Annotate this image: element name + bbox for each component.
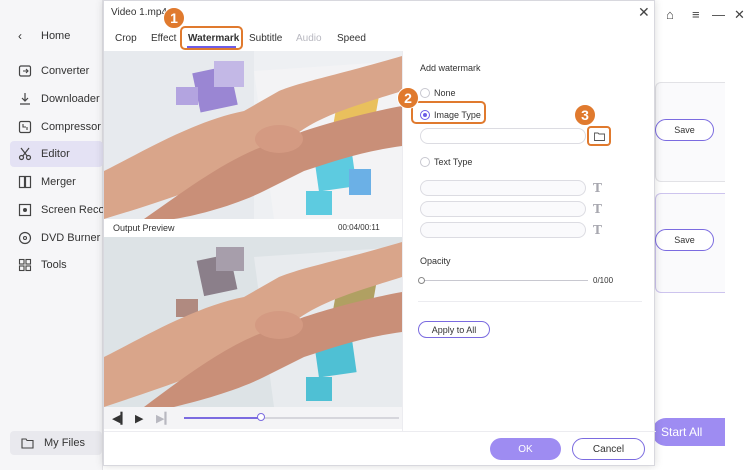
sidebar-item-downloader[interactable]: Downloader	[10, 86, 103, 112]
menu-icon[interactable]: ≡	[692, 7, 700, 22]
video-frame-image	[104, 51, 402, 219]
sidebar-item-converter[interactable]: Converter	[10, 58, 103, 84]
output-video-preview	[104, 237, 402, 407]
screen-recorder-icon	[18, 203, 32, 217]
home-label: Home	[41, 30, 71, 42]
highlight-watermark-tab	[180, 26, 243, 50]
sidebar-item-dvd-burner[interactable]: DVD Burner	[10, 225, 103, 251]
tools-icon	[18, 258, 32, 272]
opacity-value: 0/100	[593, 276, 614, 285]
tab-audio: Audio	[296, 33, 322, 44]
add-watermark-label: Add watermark	[420, 63, 481, 73]
radio-none[interactable]	[420, 88, 430, 98]
minimize-icon[interactable]: —	[712, 7, 725, 22]
highlight-image-type	[411, 101, 486, 124]
save-button[interactable]: Save	[655, 119, 714, 141]
close-window-icon[interactable]: ✕	[734, 7, 745, 23]
original-video-preview	[104, 51, 402, 219]
account-icon[interactable]: ⌂	[666, 7, 674, 22]
opacity-label: Opacity	[420, 256, 451, 266]
output-preview-label: Output Preview	[113, 223, 175, 233]
sidebar-item-merger[interactable]: Merger	[10, 169, 103, 195]
time-readout: 00:04/00:11	[338, 223, 380, 232]
video-frame-image	[104, 237, 402, 407]
chevron-left-icon: ‹	[18, 29, 22, 43]
dialog-title: Video 1.mp4	[111, 7, 167, 18]
sidebar-item-compressor[interactable]: Compressor	[10, 114, 103, 140]
playback-controls: ◀▎ ▶ ▶▎	[104, 407, 402, 429]
option-none-label: None	[434, 88, 456, 98]
divider	[418, 301, 642, 302]
text-input-field	[420, 180, 586, 196]
apply-to-all-button[interactable]: Apply to All	[418, 321, 490, 338]
downloader-icon	[20, 93, 30, 105]
previous-frame-icon[interactable]: ◀▎	[112, 412, 129, 425]
edit-dialog: Video 1.mp4 ✕ Crop Effect Watermark Subt…	[103, 0, 656, 466]
image-path-field[interactable]	[420, 128, 586, 144]
save-button[interactable]: Save	[655, 229, 714, 251]
folder-icon	[594, 132, 605, 141]
sidebar-item-label: Merger	[41, 176, 76, 188]
playback-handle[interactable]	[257, 413, 266, 421]
tab-effect[interactable]: Effect	[151, 33, 176, 44]
text-color-icon: T	[593, 202, 602, 216]
tab-crop[interactable]: Crop	[115, 33, 137, 44]
option-text-type-label: Text Type	[434, 157, 473, 167]
playback-progress	[184, 417, 262, 419]
radio-text-type[interactable]	[420, 157, 430, 167]
sidebar-item-label: Editor	[41, 148, 70, 160]
play-icon[interactable]: ▶	[135, 412, 143, 425]
sidebar-item-editor[interactable]: Editor	[10, 141, 103, 167]
sidebar-item-tools[interactable]: Tools	[10, 252, 103, 278]
compressor-icon	[18, 120, 32, 134]
dvd-icon	[18, 231, 32, 245]
opacity-slider-handle[interactable]	[418, 277, 425, 284]
tab-speed[interactable]: Speed	[337, 33, 366, 44]
step-badge-3: 3	[574, 104, 596, 126]
playback-track[interactable]	[184, 413, 399, 421]
text-font-icon: T	[593, 181, 602, 195]
next-frame-icon: ▶▎	[156, 413, 173, 425]
tab-subtitle[interactable]: Subtitle	[249, 33, 282, 44]
my-files-label: My Files	[44, 437, 85, 449]
opacity-slider[interactable]	[420, 280, 588, 281]
footer-divider	[104, 431, 656, 432]
home-nav[interactable]: ‹ Home	[0, 26, 103, 46]
scissors-icon	[18, 147, 32, 161]
my-files-button[interactable]: My Files	[10, 431, 102, 455]
text-input-field	[420, 201, 586, 217]
folder-icon	[21, 438, 34, 449]
sidebar: ‹ Home Converter Downloader Compressor E…	[0, 0, 124, 470]
sidebar-item-label: Downloader	[41, 93, 100, 105]
sidebar-item-label: DVD Burner	[41, 232, 101, 244]
sidebar-item-label: Tools	[41, 259, 67, 271]
sidebar-item-label: Converter	[41, 65, 90, 77]
step-badge-2: 2	[397, 87, 419, 109]
browse-image-button[interactable]	[587, 126, 611, 146]
merger-icon	[18, 175, 32, 189]
text-input-field	[420, 222, 586, 238]
converter-icon	[18, 65, 32, 77]
ok-button[interactable]: OK	[490, 438, 561, 460]
step-badge-1: 1	[163, 7, 185, 29]
output-preview-bar: Output Preview 00:04/00:11	[104, 219, 402, 237]
cancel-button[interactable]: Cancel	[572, 438, 645, 460]
sidebar-item-label: Compressor	[41, 121, 101, 133]
start-all-button[interactable]: Start All	[652, 418, 725, 446]
close-icon[interactable]: ✕	[638, 4, 650, 21]
sidebar-item-screen-recorder[interactable]: Screen Recorder	[10, 197, 124, 223]
text-size-icon: T	[593, 223, 602, 237]
